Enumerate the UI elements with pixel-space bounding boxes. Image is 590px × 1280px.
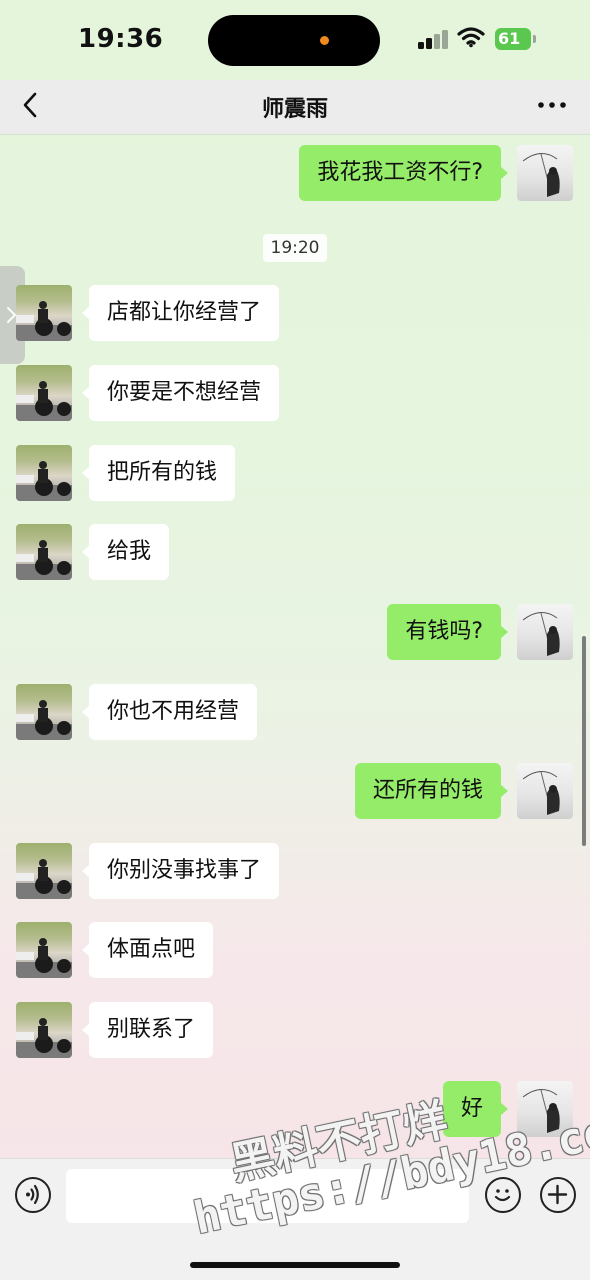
- avatar-other[interactable]: [16, 524, 72, 580]
- avatar-other[interactable]: [16, 445, 72, 501]
- message-bubble[interactable]: 你别没事找事了: [81, 843, 280, 899]
- message-row-other: 你也不用经营: [0, 684, 590, 740]
- dynamic-island: [208, 15, 380, 66]
- message-input[interactable]: [66, 1169, 469, 1223]
- timestamp: 19:20: [263, 234, 327, 262]
- chat-title: 师震雨: [261, 97, 328, 122]
- message-row-me: 好: [0, 1081, 590, 1137]
- battery-level: 61: [498, 29, 521, 48]
- avatar-me[interactable]: [517, 763, 573, 819]
- message-row-other: 店都让你经营了: [0, 285, 590, 341]
- message-row-other: 体面点吧: [0, 922, 590, 978]
- signal-icon: [418, 29, 448, 49]
- message-bubble[interactable]: 有钱吗?: [387, 604, 508, 660]
- message-row-other: 别联系了: [0, 1002, 590, 1058]
- battery-icon: 61: [495, 28, 531, 50]
- message-bubble[interactable]: 我花我工资不行?: [299, 145, 508, 201]
- avatar-me[interactable]: [517, 604, 573, 660]
- message-bubble[interactable]: 别联系了: [81, 1002, 214, 1058]
- message-bubble[interactable]: 好: [442, 1081, 509, 1137]
- status-time: 19:36: [78, 24, 164, 54]
- voice-icon[interactable]: [15, 1177, 51, 1213]
- message-bubble[interactable]: 你也不用经营: [81, 684, 258, 740]
- scrollbar[interactable]: [582, 636, 586, 846]
- message-row-other: 你别没事找事了: [0, 843, 590, 899]
- avatar-other[interactable]: [16, 365, 72, 421]
- message-bubble[interactable]: 店都让你经营了: [81, 285, 280, 341]
- chat-header: 师震雨: [0, 80, 590, 135]
- battery-nub: [533, 35, 536, 43]
- emoji-icon[interactable]: [485, 1177, 521, 1213]
- message-row-me: 有钱吗?: [0, 604, 590, 660]
- message-row-me: 我花我工资不行?: [0, 145, 590, 201]
- avatar-me[interactable]: [517, 1081, 573, 1137]
- message-bubble[interactable]: 还所有的钱: [354, 763, 509, 819]
- avatar-me[interactable]: [517, 145, 573, 201]
- home-indicator[interactable]: [190, 1262, 400, 1268]
- message-row-other: 你要是不想经营: [0, 365, 590, 421]
- plus-icon[interactable]: [540, 1177, 576, 1213]
- wifi-icon: [457, 26, 485, 52]
- more-dots-icon[interactable]: [536, 90, 568, 120]
- message-row-other: 给我: [0, 524, 590, 580]
- avatar-other[interactable]: [16, 285, 72, 341]
- message-bubble[interactable]: 把所有的钱: [81, 445, 236, 501]
- status-bar: 19:36 61: [0, 0, 590, 80]
- message-row-other: 把所有的钱: [0, 445, 590, 501]
- recording-indicator-dot: [320, 36, 329, 45]
- avatar-other[interactable]: [16, 684, 72, 740]
- avatar-other[interactable]: [16, 843, 72, 899]
- message-bubble[interactable]: 你要是不想经营: [81, 365, 280, 421]
- message-row-me: 还所有的钱: [0, 763, 590, 819]
- message-bubble[interactable]: 给我: [81, 524, 170, 580]
- avatar-other[interactable]: [16, 1002, 72, 1058]
- avatar-other[interactable]: [16, 922, 72, 978]
- message-bubble[interactable]: 体面点吧: [81, 922, 214, 978]
